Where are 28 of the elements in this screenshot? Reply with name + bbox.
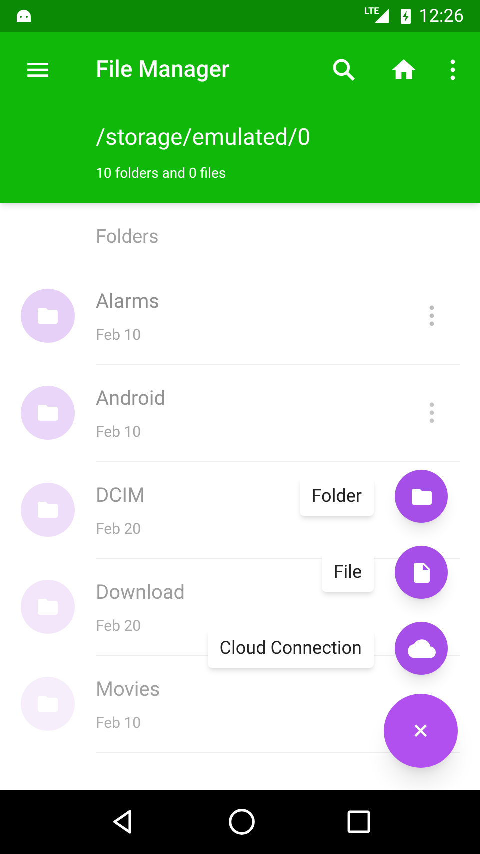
recents-icon[interactable] bbox=[346, 810, 371, 834]
mini-fab[interactable] bbox=[395, 546, 448, 599]
folder-date: Feb 20 bbox=[96, 616, 142, 637]
home-circle-icon[interactable] bbox=[228, 808, 256, 836]
folder-name: Alarms bbox=[96, 288, 160, 315]
action-label: Folder bbox=[300, 477, 374, 516]
folder-name: Download bbox=[96, 578, 186, 606]
folder-name: DCIM bbox=[96, 482, 146, 509]
app-title: File Manager bbox=[96, 54, 231, 85]
mini-fab[interactable] bbox=[395, 622, 448, 675]
folder-name: Movies bbox=[96, 676, 160, 703]
network-label: LTE bbox=[364, 8, 380, 17]
folder-date: Feb 10 bbox=[96, 324, 142, 346]
folder-date: Feb 20 bbox=[96, 518, 142, 540]
battery-icon bbox=[401, 8, 412, 24]
more-icon[interactable] bbox=[450, 58, 456, 82]
close-fab[interactable]: × bbox=[384, 694, 458, 768]
section-header: Folders bbox=[96, 224, 159, 250]
mini-fab[interactable] bbox=[395, 470, 448, 523]
action-label: File bbox=[322, 553, 374, 592]
folder-summary: 10 folders and 0 files bbox=[96, 165, 228, 184]
folder-name: Android bbox=[96, 384, 166, 412]
android-icon bbox=[16, 8, 32, 24]
action-label: Cloud Connection bbox=[208, 629, 374, 668]
clock: 12:26 bbox=[419, 4, 464, 28]
path-title: /storage/emulated/0 bbox=[96, 124, 312, 152]
folder-date: Feb 10 bbox=[96, 422, 142, 443]
folder-date: Feb 10 bbox=[96, 712, 142, 734]
